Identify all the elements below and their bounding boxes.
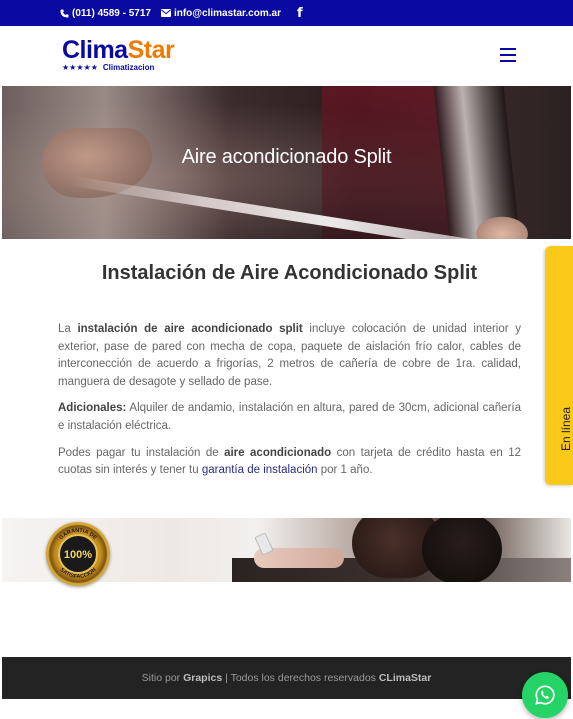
intro-bold: instalación de aire acondicionado split [77, 323, 303, 335]
seal-percent: 100% [63, 549, 93, 561]
payment-paragraph: Podes pagar tu instalación de aire acond… [58, 446, 521, 477]
online-chat-label: En línea [559, 406, 573, 451]
hamburger-menu-icon[interactable] [500, 48, 516, 62]
payment-bold: aire acondicionado [224, 446, 332, 459]
intro-paragraph: La instalación de aire acondicionado spl… [58, 323, 521, 388]
footer-author[interactable]: Grapics [183, 672, 222, 684]
whatsapp-button[interactable] [522, 672, 568, 718]
site-logo[interactable]: ClimaStar ★★★★★ Climatizacion [62, 36, 175, 72]
phone-icon [60, 8, 69, 18]
top-bar: (011) 4589 - 5717 info@climastar.com.ar … [0, 0, 573, 26]
online-chat-tab[interactable]: En línea [545, 246, 573, 485]
logo-stars: ★★★★★ [62, 63, 98, 72]
main-content: Instalación de Aire Acondicionado Split … [58, 262, 521, 480]
page-heading: Instalación de Aire Acondicionado Split [101, 262, 478, 284]
logo-part-clima: Clima [62, 36, 128, 64]
logo-wordmark: ClimaStar [62, 36, 175, 64]
envelope-icon [160, 9, 171, 17]
phone-link[interactable]: (011) 4589 - 5717 [60, 8, 151, 19]
email-address: info@climastar.com.ar [173, 7, 281, 19]
whatsapp-icon [535, 685, 555, 705]
logo-tagline: Climatizacion [102, 63, 155, 72]
email-link[interactable]: info@climastar.com.ar [160, 7, 281, 19]
logo-tagline-row: ★★★★★ Climatizacion [62, 63, 174, 72]
footer-credits: Sitio por Grapics | Todos los derechos r… [141, 672, 432, 684]
site-header: ClimaStar ★★★★★ Climatizacion [0, 26, 573, 86]
additionals-paragraph: Adicionales: Alquiler de andamio, instal… [58, 402, 521, 432]
hero-title: Aire acondicionado Split [181, 146, 392, 168]
site-footer: Sitio por Grapics | Todos los derechos r… [2, 657, 571, 699]
satisfaction-guarantee-seal: GARANTIA DE SATISFACCION 100% [46, 522, 110, 586]
additionals-label: Adicionales: [58, 402, 127, 415]
warranty-link[interactable]: garantía de instalación [202, 464, 318, 476]
logo-part-star: Star [127, 36, 175, 64]
hero-banner: Aire acondicionado Split [2, 86, 571, 239]
footer-brand: CLimaStar [378, 672, 432, 684]
phone-number: (011) 4589 - 5717 [72, 7, 151, 19]
facebook-icon[interactable]: f [297, 6, 303, 21]
